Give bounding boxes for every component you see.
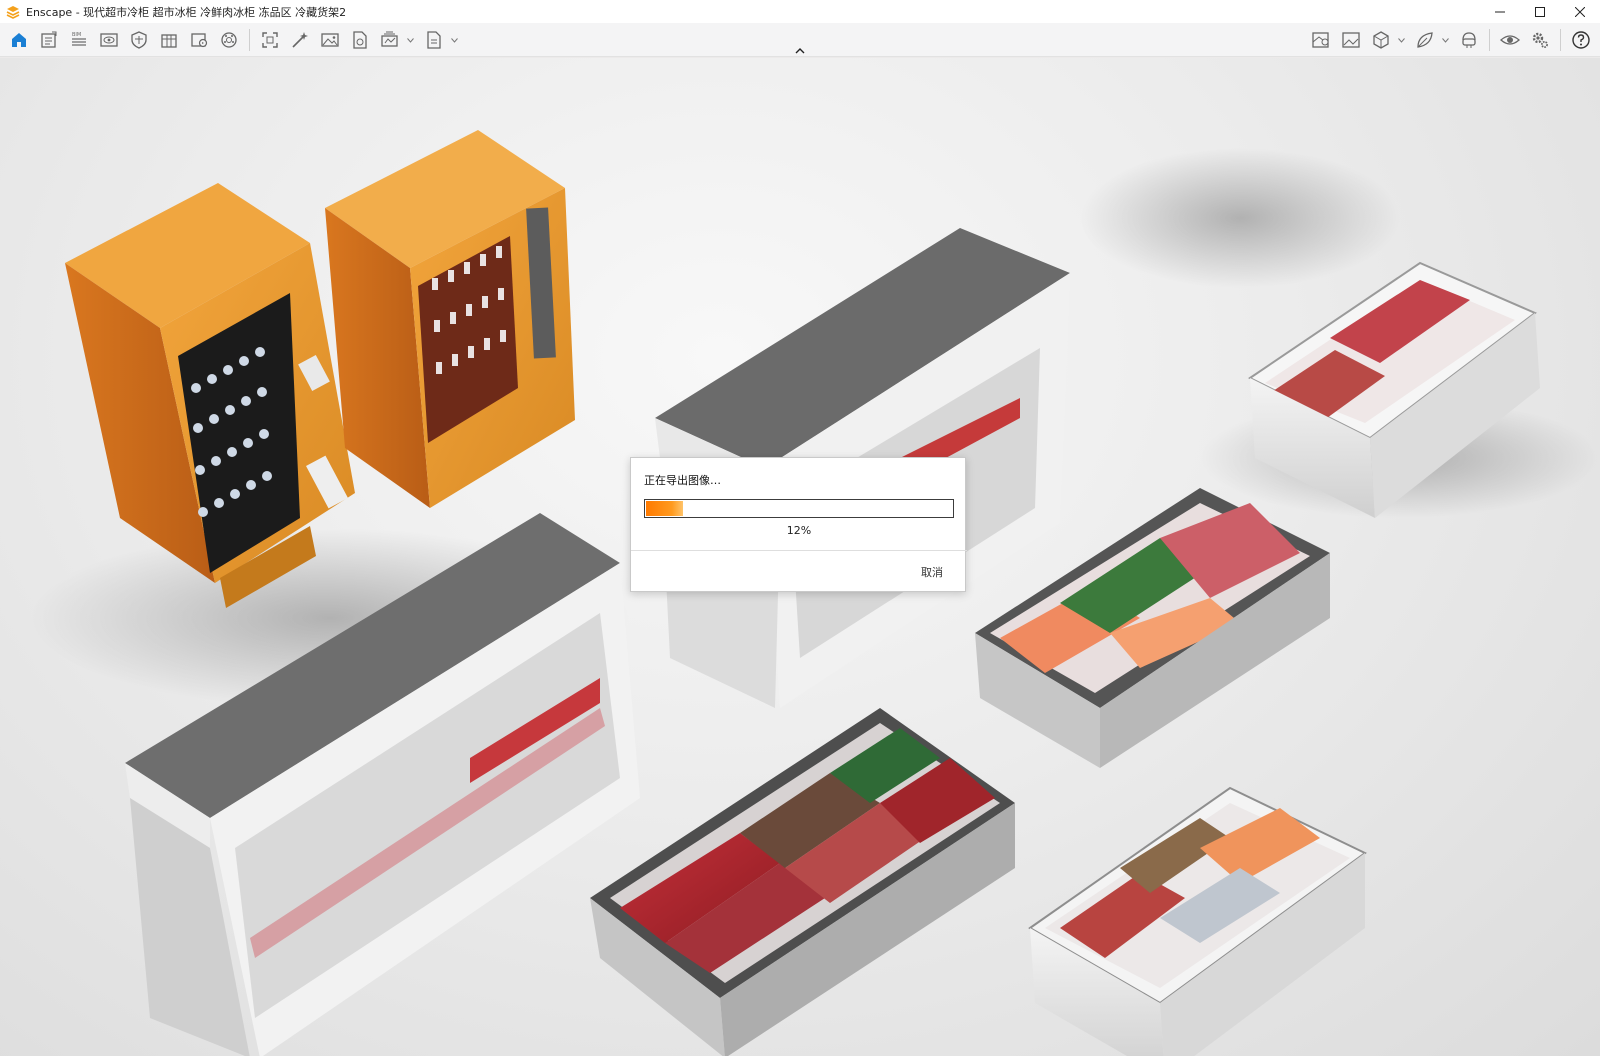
help-button[interactable] [1566,25,1596,55]
building-icon [161,34,177,48]
batch-render-button[interactable] [375,25,405,55]
collapse-toolbar-button[interactable] [790,45,810,57]
toolbar-separator [1489,29,1490,51]
cube-icon [1373,31,1389,49]
floor-shadow [1080,148,1400,288]
minimize-icon [1495,11,1505,12]
magic-wand-icon [292,32,308,48]
chevron-down-icon [1441,37,1449,43]
crop-button[interactable] [255,25,285,55]
bim-text: BIM [72,32,81,38]
palette-button[interactable] [214,25,244,55]
screenshot-icon [1342,32,1360,48]
shield-button[interactable] [124,25,154,55]
building-button[interactable] [154,25,184,55]
cancel-button[interactable]: 取消 [921,564,943,580]
document-icon [41,31,57,48]
toolbar-left-group: BIM [4,23,463,57]
window-title: Enscape - 现代超市冷柜 超市冰柜 冷鲜肉冰柜 冻品区 冷藏货架2 [26,5,347,19]
map-button[interactable] [1306,25,1336,55]
map-icon [1312,32,1329,48]
chevron-down-icon [1397,37,1405,43]
shield-icon [131,31,147,49]
export-progress-fill [646,501,683,516]
eye-view-icon [100,33,118,47]
vending-machine-back [325,130,575,508]
presentation-icon [191,33,208,48]
export-exe-dropdown[interactable] [449,25,459,55]
export-exe-button[interactable] [419,25,449,55]
visibility-icon [1500,35,1520,45]
island-freezer-bottom-right [1028,786,1367,1056]
batch-render-icon [381,31,398,47]
vending-machine-left [65,183,355,608]
file-export-button[interactable] [345,25,375,55]
leaf-button[interactable] [1410,25,1440,55]
toolbar-separator [249,29,250,51]
document-button[interactable] [34,25,64,55]
progress-percent-label: 12% [786,524,812,537]
image-icon [321,33,339,47]
presentation-button[interactable] [184,25,214,55]
home-icon [12,33,26,47]
batch-render-dropdown[interactable] [405,25,415,55]
enscape-window: Enscape - 现代超市冷柜 超市冰柜 冷鲜肉冰柜 冻品区 冷藏货架2 BI… [0,0,1600,1056]
leaf-dropdown[interactable] [1440,25,1450,55]
maximize-icon [1535,6,1545,17]
bim-button[interactable]: BIM [64,25,94,55]
minimize-button[interactable] [1480,0,1520,23]
enscape-logo-icon [6,5,20,19]
chevron-up-icon [795,48,805,54]
settings-button[interactable] [1525,25,1555,55]
dialog-divider [631,550,967,551]
export-progress-bar [644,499,954,518]
dialog-title: 正在导出图像… [644,474,721,487]
visibility-button[interactable] [1495,25,1525,55]
magic-wand-button[interactable] [285,25,315,55]
help-icon [1572,31,1590,49]
chevron-down-icon [406,37,414,43]
crop-icon [262,32,278,48]
toolbar-right-group [1306,23,1596,57]
cube-dropdown[interactable] [1396,25,1406,55]
render-viewport[interactable]: 正在导出图像… 12% 取消 [0,58,1600,1056]
bim-icon: BIM [72,32,86,46]
image-button[interactable] [315,25,345,55]
leaf-icon [1417,32,1433,48]
home-button[interactable] [4,25,34,55]
eye-view-button[interactable] [94,25,124,55]
export-exe-icon [427,31,441,49]
export-progress-dialog: 正在导出图像… 12% 取消 [630,457,967,592]
screenshot-button[interactable] [1336,25,1366,55]
maximize-button[interactable] [1520,0,1560,23]
toolbar-separator [1560,29,1561,51]
palette-icon [221,32,237,48]
chevron-down-icon [450,37,458,43]
close-button[interactable] [1560,0,1600,23]
cube-button[interactable] [1366,25,1396,55]
file-export-icon [353,31,367,49]
settings-icon [1532,32,1548,48]
close-icon [1575,6,1585,17]
vr-headset-icon [1462,32,1476,48]
title-bar[interactable]: Enscape - 现代超市冷柜 超市冰柜 冷鲜肉冰柜 冻品区 冷藏货架2 [0,0,1600,23]
island-freezer-bottom-center [590,708,1015,1056]
vr-headset-button[interactable] [1454,25,1484,55]
window-controls [1480,0,1600,23]
